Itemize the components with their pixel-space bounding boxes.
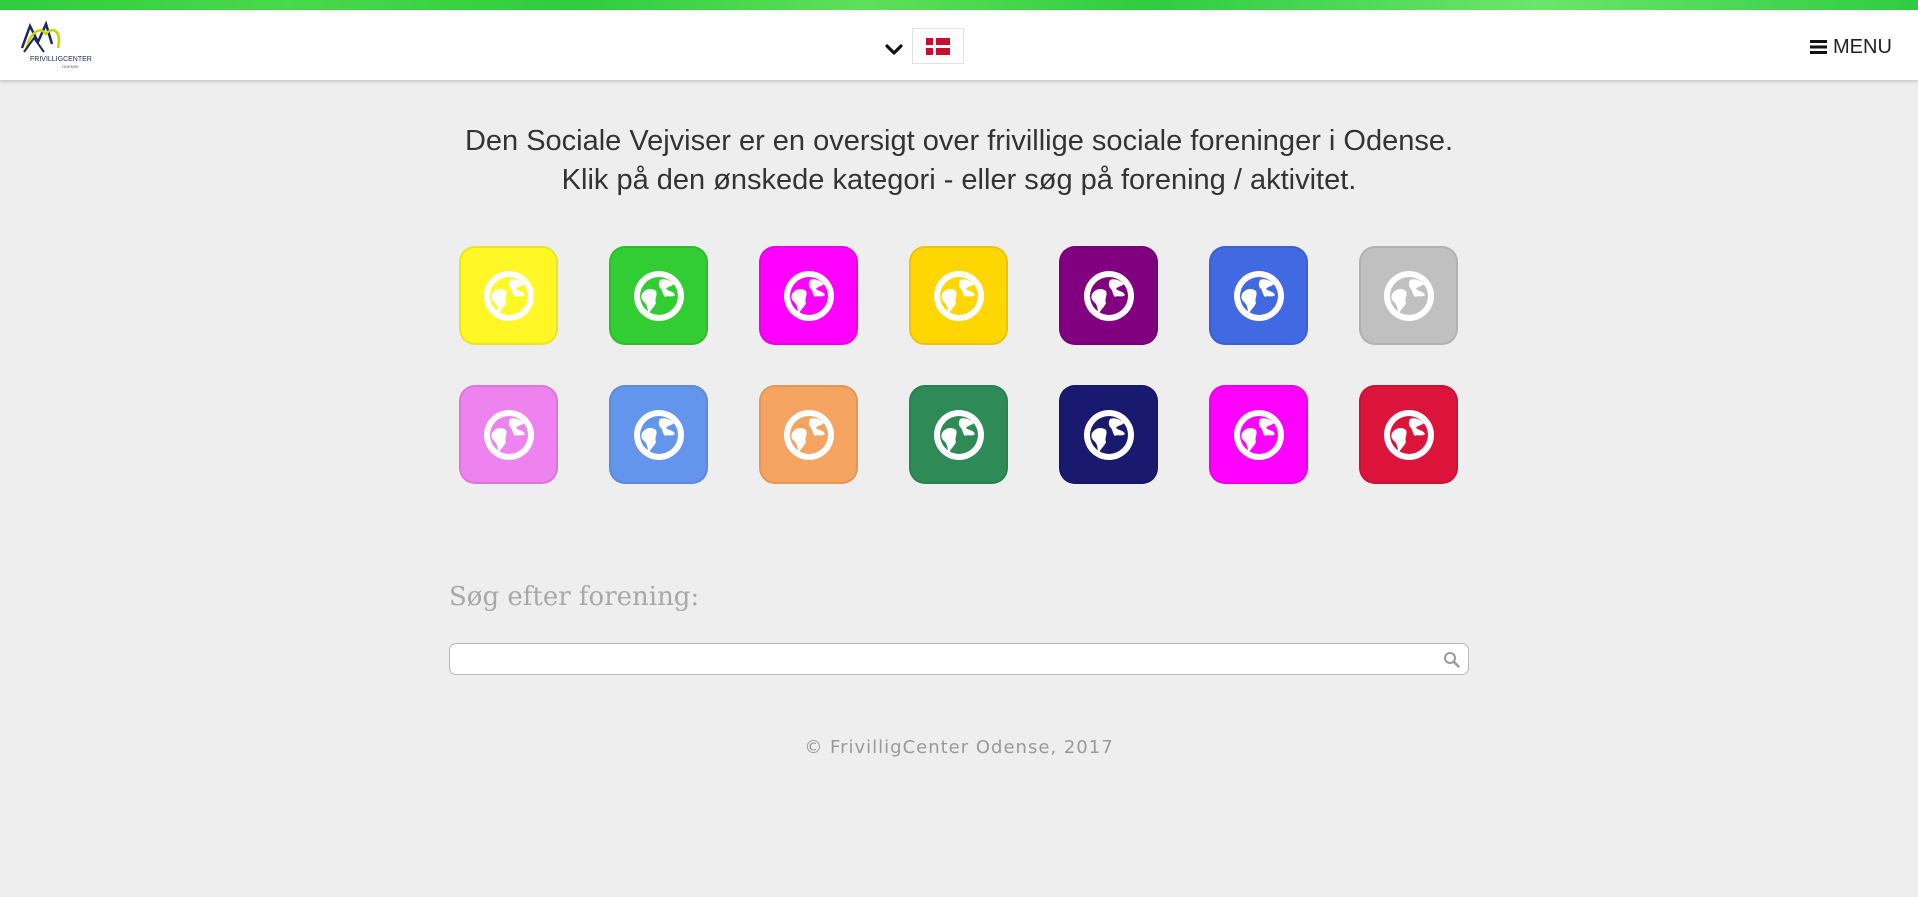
globe-icon — [783, 270, 834, 321]
globe-icon — [1383, 409, 1434, 460]
globe-icon — [483, 409, 534, 460]
globe-icon — [1233, 270, 1284, 321]
top-accent-strip — [0, 0, 1918, 10]
globe-icon — [933, 270, 984, 321]
globe-icon — [633, 270, 684, 321]
intro-text: Den Sociale Vejviser er en oversigt over… — [359, 122, 1559, 200]
search-input[interactable] — [456, 646, 1420, 674]
search-box — [449, 643, 1469, 675]
danish-flag-icon — [926, 38, 950, 55]
globe-icon — [633, 409, 684, 460]
category-tile[interactable] — [459, 385, 558, 484]
globe-icon — [1383, 270, 1434, 321]
category-grid — [459, 246, 1459, 486]
logo-text: FRIVILLIGCENTER — [30, 56, 92, 63]
intro-line-1: Den Sociale Vejviser er en oversigt over… — [464, 125, 1454, 157]
category-tile[interactable] — [1209, 246, 1308, 345]
category-tile[interactable] — [609, 385, 708, 484]
chevron-down-icon[interactable] — [884, 40, 904, 60]
category-tile[interactable] — [1359, 246, 1458, 345]
globe-icon — [1083, 270, 1134, 321]
category-tile[interactable] — [1059, 246, 1158, 345]
site-header: FRIVILLIGCENTER ODENSE MENU — [0, 10, 1918, 80]
search-label: Søg efter forening: — [449, 582, 700, 612]
globe-icon — [1233, 409, 1284, 460]
globe-icon — [1083, 409, 1134, 460]
hamburger-icon — [1810, 40, 1827, 54]
footer-copyright: © FrivilligCenter Odense, 2017 — [804, 737, 1114, 758]
category-tile[interactable] — [1209, 385, 1308, 484]
category-tile[interactable] — [909, 246, 1008, 345]
globe-icon — [483, 270, 534, 321]
frivilligcenter-logo[interactable]: FRIVILLIGCENTER ODENSE — [16, 18, 92, 76]
category-tile[interactable] — [1059, 385, 1158, 484]
category-tile[interactable] — [459, 246, 558, 345]
intro-line-2: Klik på den ønskede kategori - eller søg… — [561, 164, 1357, 196]
category-tile[interactable] — [759, 385, 858, 484]
globe-icon — [783, 409, 834, 460]
category-tile[interactable] — [759, 246, 858, 345]
language-selector-button[interactable] — [912, 28, 964, 64]
search-icon[interactable] — [1443, 651, 1460, 668]
menu-button[interactable]: MENU — [1810, 32, 1892, 62]
category-tile[interactable] — [909, 385, 1008, 484]
category-tile[interactable] — [1359, 385, 1458, 484]
logo-subtext: ODENSE — [62, 64, 79, 69]
menu-label: MENU — [1833, 35, 1892, 58]
globe-icon — [933, 409, 984, 460]
category-tile[interactable] — [609, 246, 708, 345]
